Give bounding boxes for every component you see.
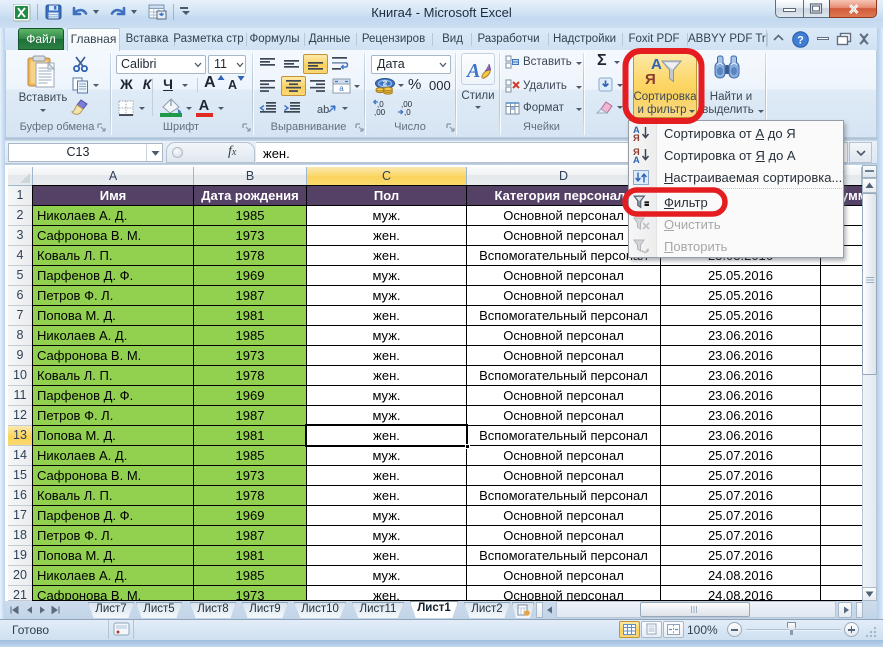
svg-text:,0: ,0 xyxy=(404,108,411,117)
svg-text:А: А xyxy=(633,155,640,163)
svg-text:,00: ,00 xyxy=(374,108,386,117)
svg-text:Я: Я xyxy=(633,133,640,141)
svg-text:a: a xyxy=(339,84,344,93)
svg-text:A: A xyxy=(465,60,480,82)
svg-text:ab: ab xyxy=(317,104,329,116)
svg-text:?: ? xyxy=(797,35,804,47)
